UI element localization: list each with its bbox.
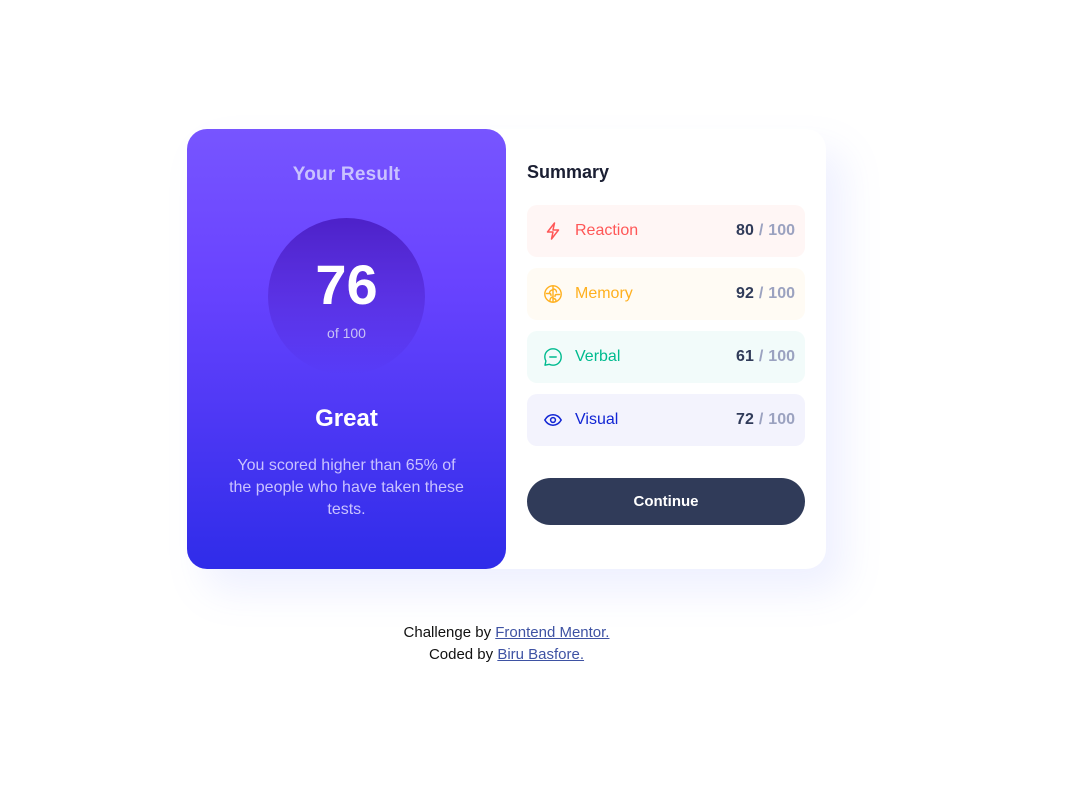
continue-button[interactable]: Continue	[527, 478, 805, 525]
summary-label: Verbal	[575, 348, 621, 365]
summary-title: Summary	[527, 162, 610, 182]
score-separator: /	[758, 411, 764, 428]
score-value: 76	[315, 252, 378, 316]
score-total: of 100	[327, 324, 366, 341]
chat-bubble-icon	[543, 347, 563, 367]
summary-max: 100	[768, 348, 795, 365]
attribution-footer: Challenge by Frontend Mentor. Coded by B…	[0, 622, 1013, 666]
coder-link[interactable]: Biru Basfore.	[497, 646, 584, 663]
results-card: Your Result 76 of 100 Great You scored h…	[187, 129, 826, 569]
summary-max: 100	[768, 411, 795, 428]
summary-list: Reaction 80 / 100 Memory 92 / 100 Verbal…	[527, 205, 805, 446]
eye-icon	[543, 410, 563, 430]
score-separator: /	[758, 222, 764, 239]
summary-score: 80	[736, 222, 754, 239]
lightning-icon	[543, 221, 563, 241]
summary-score: 61	[736, 348, 754, 365]
summary-score: 72	[736, 411, 754, 428]
summary-score: 92	[736, 285, 754, 302]
summary-label: Reaction	[575, 222, 639, 239]
result-panel: Your Result 76 of 100 Great You scored h…	[187, 129, 506, 569]
coder-attribution: Coded by Biru Basfore.	[0, 644, 1013, 666]
score-circle: 76 of 100	[268, 218, 425, 375]
frontend-mentor-link[interactable]: Frontend Mentor.	[495, 624, 609, 641]
result-description: You scored higher than 65% of the people…	[229, 457, 464, 518]
summary-label: Memory	[575, 285, 633, 302]
score-separator: /	[758, 348, 764, 365]
challenge-attribution: Challenge by Frontend Mentor.	[0, 622, 1013, 644]
summary-max: 100	[768, 222, 795, 239]
rating-label: Great	[315, 405, 378, 432]
summary-row-verbal: Verbal 61 / 100	[527, 331, 805, 383]
summary-row-memory: Memory 92 / 100	[527, 268, 805, 320]
brain-icon	[543, 284, 563, 304]
summary-row-reaction: Reaction 80 / 100	[527, 205, 805, 257]
summary-row-visual: Visual 72 / 100	[527, 394, 805, 446]
summary-max: 100	[768, 285, 795, 302]
page: Your Result 76 of 100 Great You scored h…	[0, 0, 1068, 798]
score-separator: /	[758, 285, 764, 302]
summary-panel: Summary Reaction 80 / 100 Memory 92 / 10…	[506, 129, 826, 569]
challenge-prefix: Challenge by	[403, 624, 492, 641]
result-title: Your Result	[292, 164, 401, 185]
coded-prefix: Coded by	[428, 646, 494, 663]
summary-label: Visual	[575, 411, 619, 428]
